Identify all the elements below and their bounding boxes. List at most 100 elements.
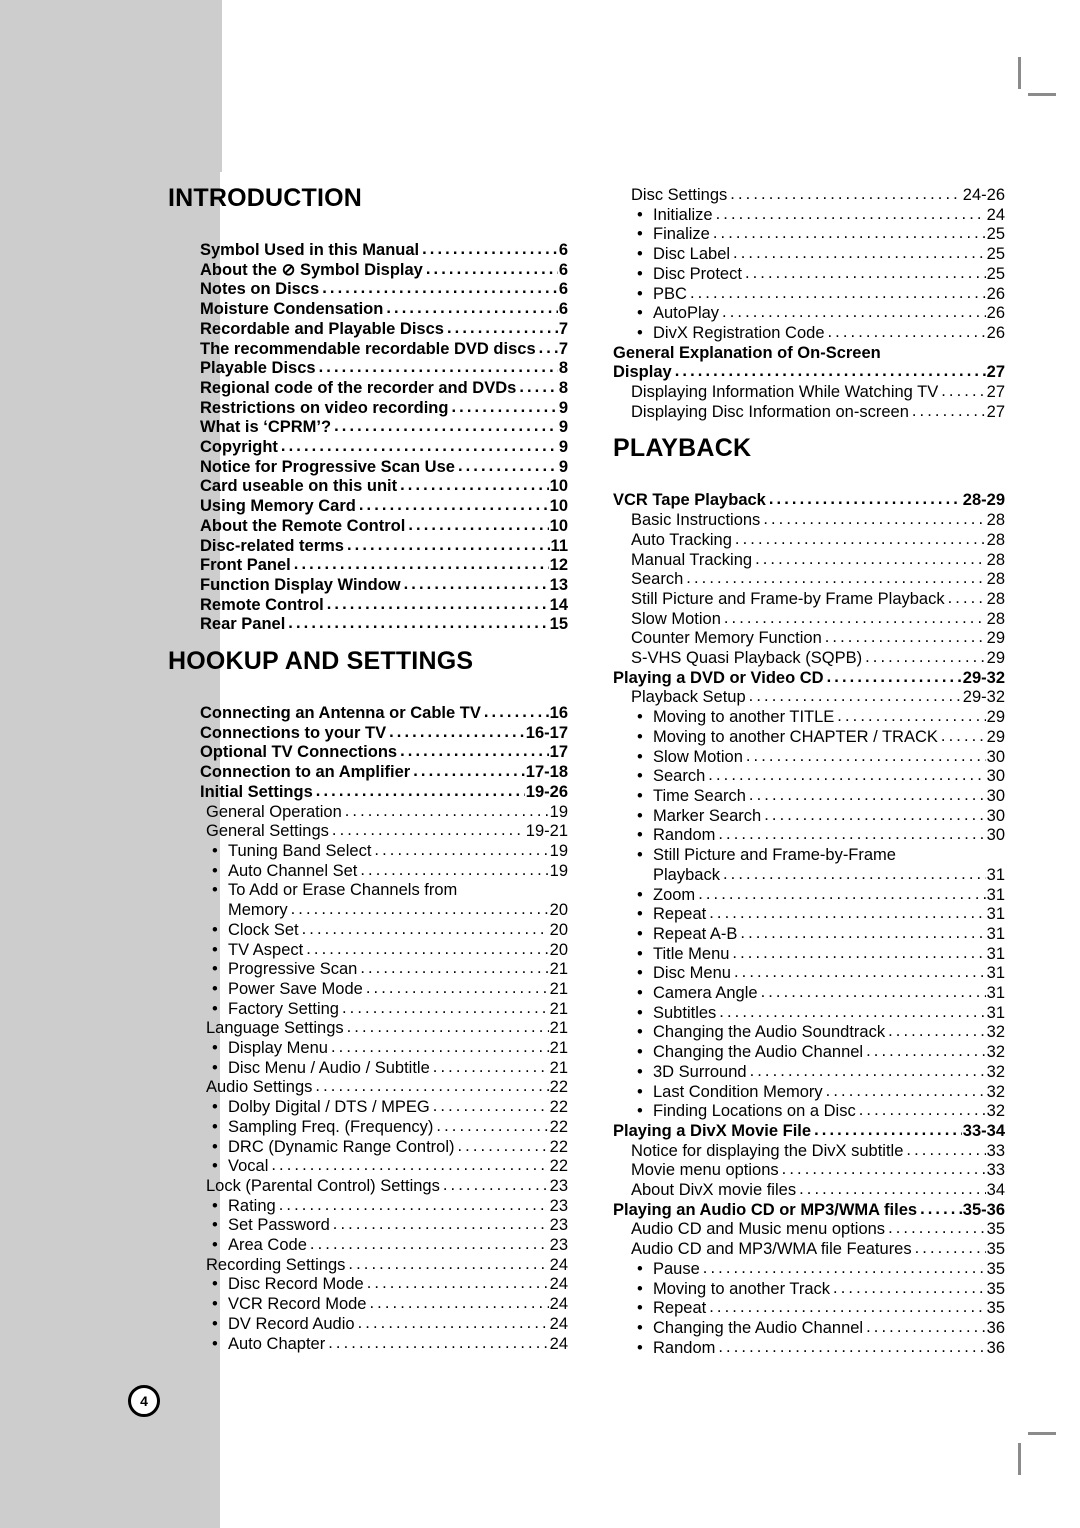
toc-entry[interactable]: • Random.................................… (613, 825, 1005, 846)
toc-entry[interactable]: Memory..................................… (168, 900, 568, 921)
toc-entry[interactable]: • Area Code..............................… (168, 1235, 568, 1256)
toc-entry[interactable]: Disc Settings...........................… (613, 185, 1005, 206)
toc-entry[interactable]: Connection to an Amplifier..............… (168, 762, 568, 783)
toc-entry[interactable]: Audio CD and Music menu options.........… (613, 1219, 1005, 1240)
toc-entry[interactable]: Audio Settings..........................… (168, 1077, 568, 1098)
toc-entry[interactable]: Rear Panel..............................… (168, 614, 568, 635)
toc-entry[interactable]: • Random.................................… (613, 1338, 1005, 1359)
toc-entry[interactable]: • TV Aspect..............................… (168, 940, 568, 961)
toc-entry[interactable]: • Moving to another Track................… (613, 1279, 1005, 1300)
toc-entry[interactable]: • Display Menu...........................… (168, 1038, 568, 1059)
toc-entry[interactable]: Recordable and Playable Discs...........… (168, 319, 568, 340)
toc-entry[interactable]: What is ‘CPRM’?.........................… (168, 417, 568, 438)
toc-entry[interactable]: Regional code of the recorder and DVDs..… (168, 378, 568, 399)
toc-entry[interactable]: • Repeat.................................… (613, 904, 1005, 925)
toc-entry[interactable]: • Sampling Freq. (Frequency).............… (168, 1117, 568, 1138)
toc-entry[interactable]: • Disc Menu..............................… (613, 963, 1005, 984)
toc-entry[interactable]: Audio CD and MP3/WMA file Features......… (613, 1239, 1005, 1260)
toc-entry[interactable]: Using Memory Card.......................… (168, 496, 568, 517)
toc-entry[interactable]: Playing an Audio CD or MP3/WMA files....… (613, 1200, 1005, 1221)
toc-entry[interactable]: • Moving to another TITLE................… (613, 707, 1005, 728)
toc-entry[interactable]: • Marker Search..........................… (613, 806, 1005, 827)
toc-entry[interactable]: • Power Save Mode........................… (168, 979, 568, 1000)
toc-entry[interactable]: • VCR Record Mode........................… (168, 1294, 568, 1315)
toc-entry[interactable]: Moisture Condensation...................… (168, 299, 568, 320)
toc-entry[interactable]: • Dolby Digital / DTS / MPEG.............… (168, 1097, 568, 1118)
toc-entry[interactable]: • Tuning Band Select.....................… (168, 841, 568, 862)
toc-entry[interactable]: Notice for Progressive Scan Use.........… (168, 457, 568, 478)
toc-entry[interactable]: • AutoPlay...............................… (613, 303, 1005, 324)
toc-entry[interactable]: • DRC (Dynamic Range Control)............… (168, 1137, 568, 1158)
toc-entry[interactable]: About the Remote Control................… (168, 516, 568, 537)
toc-entry[interactable]: Still Picture and Frame-by Frame Playbac… (613, 589, 1005, 610)
toc-entry[interactable]: Connections to your TV..................… (168, 723, 568, 744)
toc-entry[interactable]: About the ⊘ Symbol Display..............… (168, 260, 568, 281)
toc-entry[interactable]: • Initialize.............................… (613, 205, 1005, 226)
toc-entry[interactable]: Playing a DivX Movie File...............… (613, 1121, 1005, 1142)
toc-entry[interactable]: • Camera Angle...........................… (613, 983, 1005, 1004)
toc-entry[interactable]: • Auto Channel Set.......................… (168, 861, 568, 882)
toc-entry[interactable]: • Repeat A-B.............................… (613, 924, 1005, 945)
toc-entry[interactable]: Notice for displaying the DivX subtitle.… (613, 1141, 1005, 1162)
toc-entry[interactable]: Basic Instructions......................… (613, 510, 1005, 531)
toc-entry[interactable]: • Rating.................................… (168, 1196, 568, 1217)
toc-entry[interactable]: The recommendable recordable DVD discs..… (168, 339, 568, 360)
toc-entry[interactable]: Displaying Information While Watching TV… (613, 382, 1005, 403)
toc-entry[interactable]: • Still Picture and Frame-by-Frame (613, 846, 1005, 866)
toc-entry[interactable]: Lock (Parental Control) Settings........… (168, 1176, 568, 1197)
toc-entry[interactable]: Restrictions on video recording.........… (168, 398, 568, 419)
toc-entry[interactable]: Card useable on this unit...............… (168, 476, 568, 497)
toc-entry[interactable]: • Set Password...........................… (168, 1215, 568, 1236)
toc-entry[interactable]: • Slow Motion............................… (613, 747, 1005, 768)
toc-entry[interactable]: S-VHS Quasi Playback (SQPB).............… (613, 648, 1005, 669)
toc-entry[interactable]: Front Panel.............................… (168, 555, 568, 576)
toc-entry[interactable]: Movie menu options......................… (613, 1160, 1005, 1181)
toc-entry[interactable]: Language Settings.......................… (168, 1018, 568, 1039)
toc-entry[interactable]: • DivX Registration Code.................… (613, 323, 1005, 344)
toc-entry[interactable]: • Finding Locations on a Disc............… (613, 1101, 1005, 1122)
toc-entry[interactable]: Remote Control..........................… (168, 595, 568, 616)
toc-entry[interactable]: Disc-related terms......................… (168, 536, 568, 557)
toc-entry[interactable]: Search..................................… (613, 569, 1005, 590)
toc-entry[interactable]: • PBC....................................… (613, 284, 1005, 305)
toc-entry[interactable]: • Disc Protect...........................… (613, 264, 1005, 285)
toc-entry[interactable]: • Last Condition Memory..................… (613, 1082, 1005, 1103)
toc-entry[interactable]: • DV Record Audio........................… (168, 1314, 568, 1335)
toc-entry[interactable]: • Pause..................................… (613, 1259, 1005, 1280)
toc-entry[interactable]: Counter Memory Function.................… (613, 628, 1005, 649)
toc-entry[interactable]: Slow Motion.............................… (613, 609, 1005, 630)
toc-entry[interactable]: Playback................................… (613, 865, 1005, 886)
toc-entry[interactable]: Initial Settings........................… (168, 782, 568, 803)
toc-entry[interactable]: • Repeat.................................… (613, 1298, 1005, 1319)
toc-entry[interactable]: • 3D Surround............................… (613, 1062, 1005, 1083)
toc-entry[interactable]: General Operation.......................… (168, 802, 568, 823)
toc-entry[interactable]: • Moving to another CHAPTER / TRACK......… (613, 727, 1005, 748)
toc-entry[interactable]: • Changing the Audio Channel.............… (613, 1318, 1005, 1339)
toc-entry[interactable]: Notes on Discs..........................… (168, 279, 568, 300)
toc-entry[interactable]: Connecting an Antenna or Cable TV.......… (168, 703, 568, 724)
toc-entry[interactable]: • Changing the Audio Channel.............… (613, 1042, 1005, 1063)
toc-entry[interactable]: • Zoom...................................… (613, 885, 1005, 906)
toc-entry[interactable]: • Subtitles..............................… (613, 1003, 1005, 1024)
toc-entry[interactable]: Displaying Disc Information on-screen...… (613, 402, 1005, 423)
toc-entry[interactable]: Function Display Window.................… (168, 575, 568, 596)
toc-entry[interactable]: • Factory Setting........................… (168, 999, 568, 1020)
toc-entry[interactable]: • Changing the Audio Soundtrack..........… (613, 1022, 1005, 1043)
toc-entry[interactable]: Optional TV Connections.................… (168, 742, 568, 763)
toc-entry[interactable]: VCR Tape Playback.......................… (613, 490, 1005, 511)
toc-entry[interactable]: • Disc Label.............................… (613, 244, 1005, 265)
toc-entry[interactable]: Recording Settings......................… (168, 1255, 568, 1276)
toc-entry[interactable]: Manual Tracking.........................… (613, 550, 1005, 571)
toc-entry[interactable]: Playable Discs..........................… (168, 358, 568, 379)
toc-entry[interactable]: • To Add or Erase Channels from (168, 881, 568, 901)
toc-entry[interactable]: • Disc Menu / Audio / Subtitle...........… (168, 1058, 568, 1079)
toc-entry[interactable]: • Title Menu.............................… (613, 944, 1005, 965)
toc-entry[interactable]: • Search.................................… (613, 766, 1005, 787)
toc-entry[interactable]: • Clock Set..............................… (168, 920, 568, 941)
toc-entry[interactable]: • Progressive Scan.......................… (168, 959, 568, 980)
toc-entry[interactable]: General Explanation of On-Screen (613, 344, 1005, 364)
toc-entry[interactable]: Auto Tracking...........................… (613, 530, 1005, 551)
toc-entry[interactable]: Playback Setup..........................… (613, 687, 1005, 708)
toc-entry[interactable]: • Vocal..................................… (168, 1156, 568, 1177)
toc-entry[interactable]: • Finalize...............................… (613, 224, 1005, 245)
